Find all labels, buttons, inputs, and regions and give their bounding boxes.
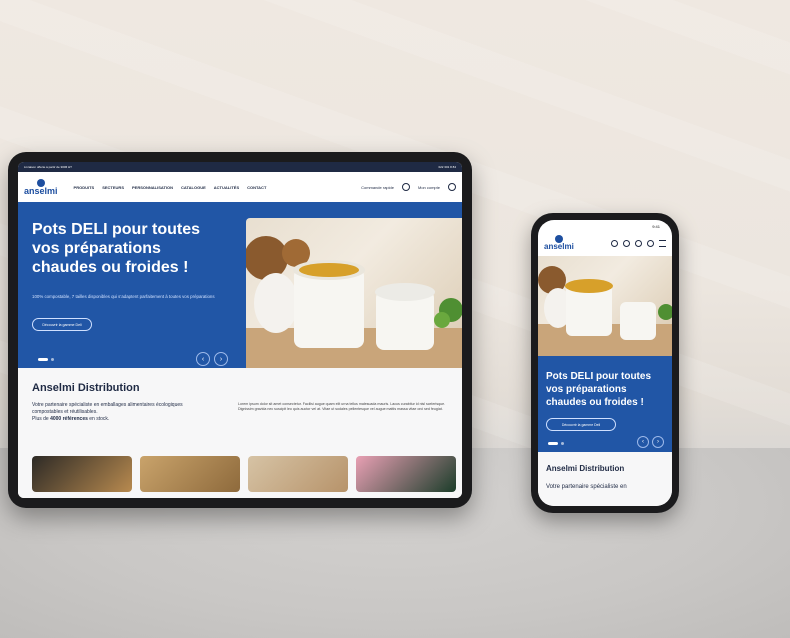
phone-section-text: Votre partenaire spécialiste en xyxy=(546,484,627,490)
search-icon[interactable] xyxy=(611,239,618,247)
about-section: Anselmi Distribution Votre partenaire sp… xyxy=(18,368,462,498)
phone-hero-title: Pots DELI pour toutes vos préparations c… xyxy=(546,371,651,408)
phone-number[interactable]: 022 301 8 84 xyxy=(438,165,456,169)
deli-cups-illustration xyxy=(538,266,672,356)
intro-line-2-pre: Plus de xyxy=(32,416,51,422)
carousel-next-icon[interactable]: › xyxy=(214,352,228,366)
carousel-arrows: ‹ › xyxy=(196,352,228,366)
account-icon[interactable] xyxy=(635,239,642,247)
carousel-arrows: ‹ › xyxy=(637,436,664,448)
phone-header: anselmi xyxy=(538,232,672,254)
brand-logo[interactable]: anselmi xyxy=(24,178,58,196)
nav-item-contact[interactable]: CONTACT xyxy=(247,185,266,190)
account-link[interactable]: Mon compte xyxy=(418,185,440,190)
cart-icon[interactable] xyxy=(647,239,654,247)
carousel-next-icon[interactable]: › xyxy=(652,436,664,448)
nav-item-catalogue[interactable]: CATALOGUE xyxy=(181,185,206,190)
carousel-dots xyxy=(548,442,564,445)
thumbnail-2[interactable] xyxy=(140,456,240,492)
nav-item-actualites[interactable]: ACTUALITÉS xyxy=(214,185,239,190)
phone-screen: 9:41 anselmi Pots DELI pour toutes vos p… xyxy=(538,220,672,506)
nav-item-secteurs[interactable]: SECTEURS xyxy=(102,185,124,190)
header-actions: Commande rapide Mon compte xyxy=(361,183,456,191)
menu-icon[interactable] xyxy=(659,239,666,247)
hero-product-photo xyxy=(246,218,462,384)
thumbnail-3[interactable] xyxy=(248,456,348,492)
phone-brand-logo[interactable]: anselmi xyxy=(544,235,574,251)
carousel-dot-active[interactable] xyxy=(38,358,48,361)
deli-cups-illustration xyxy=(246,236,462,384)
top-info-left: Livraison offerte à partir de 300€ HT xyxy=(24,165,72,169)
tablet-device: Livraison offerte à partir de 300€ HT 02… xyxy=(8,152,472,508)
logo-wordmark: anselmi xyxy=(24,185,58,196)
thumbnail-4[interactable] xyxy=(356,456,456,492)
nav-item-produits[interactable]: PRODUITS xyxy=(74,185,95,190)
phone-hero-banner: Pots DELI pour toutes vos préparations c… xyxy=(538,356,672,452)
phone-device: 9:41 anselmi Pots DELI pour toutes vos p… xyxy=(531,213,679,513)
section-title: Anselmi Distribution xyxy=(32,382,140,394)
logo-wordmark: anselmi xyxy=(544,242,574,251)
nav-item-personnalisation[interactable]: PERSONNALISATION xyxy=(132,185,173,190)
section-lorem: Lorem ipsum dolor sit amet consectetur. … xyxy=(238,402,446,411)
site-header: anselmi PRODUITS SECTEURS PERSONNALISATI… xyxy=(18,172,462,203)
search-icon[interactable] xyxy=(401,183,410,191)
phone-header-icons xyxy=(611,239,666,247)
phone-hero-cta-button[interactable]: Découvrir la gamme Deli xyxy=(546,418,616,431)
phone-section-title: Anselmi Distribution xyxy=(546,464,625,473)
thumbnail-1[interactable] xyxy=(32,456,132,492)
carousel-prev-icon[interactable]: ‹ xyxy=(637,436,649,448)
carousel-dots xyxy=(38,358,54,361)
hero-title: Pots DELI pour toutes vos préparations c… xyxy=(32,221,200,276)
carousel-dot[interactable] xyxy=(561,442,564,445)
quick-order-icon[interactable] xyxy=(623,239,630,247)
status-time: 9:41 xyxy=(652,223,660,229)
tablet-screen: Livraison offerte à partir de 300€ HT 02… xyxy=(18,162,462,498)
hero-banner: Pots DELI pour toutes vos préparations c… xyxy=(18,202,462,384)
intro-line-2-post: en stock. xyxy=(87,416,110,422)
phone-status-bar: 9:41 xyxy=(538,220,672,232)
intro-line-2-strong: 4000 références xyxy=(50,416,88,422)
carousel-prev-icon[interactable]: ‹ xyxy=(196,352,210,366)
intro-line-1: Votre partenaire spécialiste en emballag… xyxy=(32,402,183,415)
cart-icon[interactable] xyxy=(448,183,456,191)
top-info-bar: Livraison offerte à partir de 300€ HT 02… xyxy=(18,162,462,172)
main-nav: PRODUITS SECTEURS PERSONNALISATION CATAL… xyxy=(74,185,267,190)
section-intro: Votre partenaire spécialiste en emballag… xyxy=(32,402,202,423)
phone-hero-photo xyxy=(538,256,672,356)
phone-about-section: Anselmi Distribution Votre partenaire sp… xyxy=(538,452,672,506)
carousel-dot-active[interactable] xyxy=(548,442,558,445)
category-thumbnails xyxy=(32,456,456,492)
hero-cta-button[interactable]: Découvrir la gamme Deli xyxy=(32,318,92,331)
quick-order-link[interactable]: Commande rapide xyxy=(361,185,394,190)
carousel-dot[interactable] xyxy=(51,358,54,361)
hero-text: 100% compostable, 7 tailles disponibles … xyxy=(32,294,215,299)
